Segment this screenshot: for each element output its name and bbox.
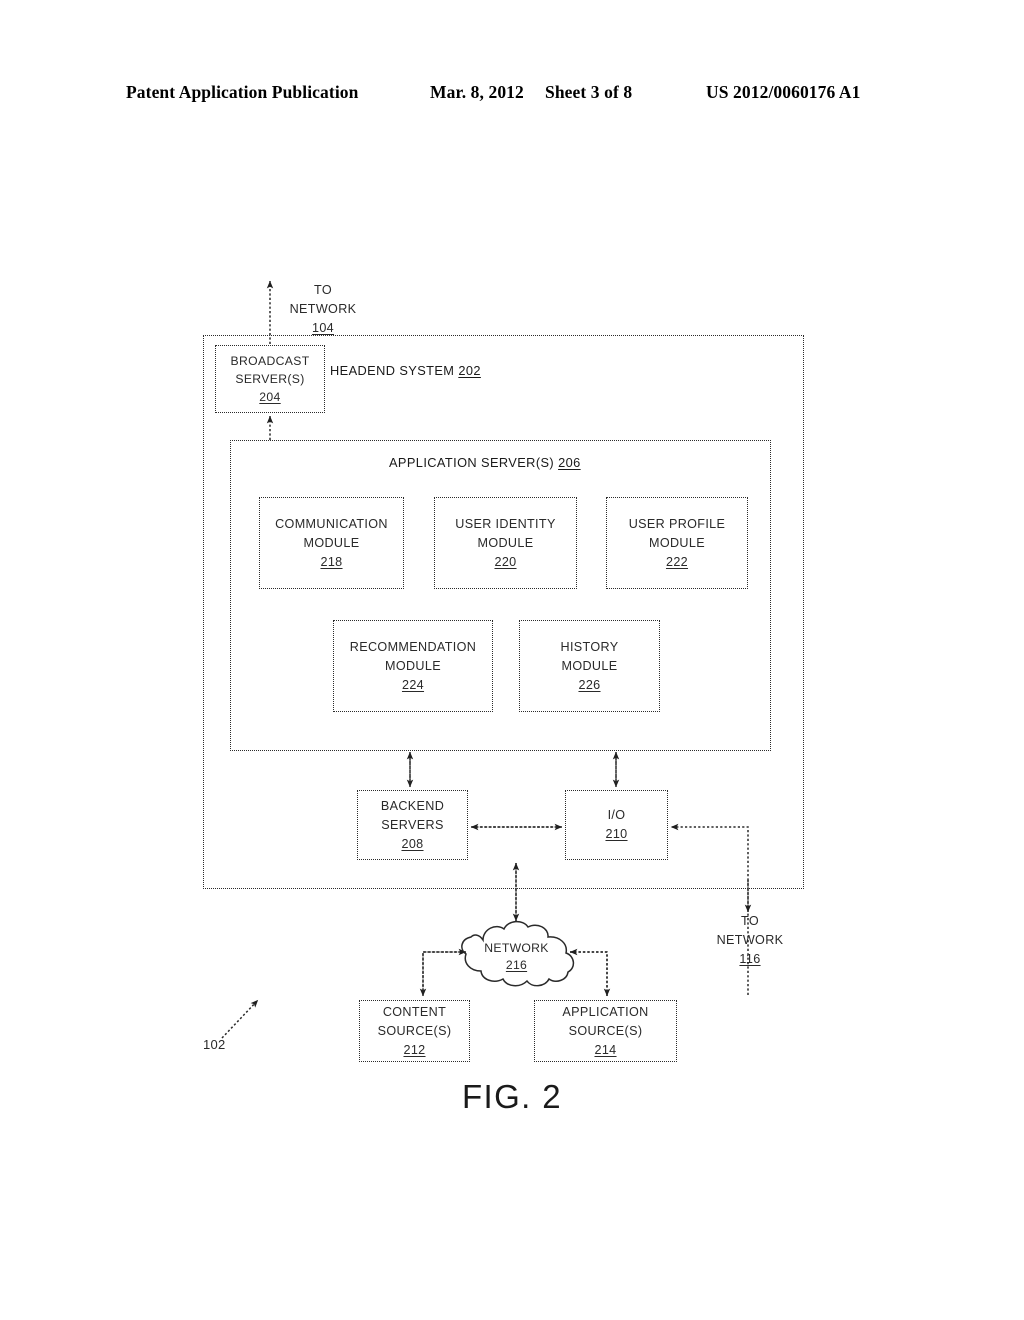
to-network-104-line2: NETWORK — [289, 302, 357, 316]
io-line1: I/O — [607, 808, 626, 822]
to-network-104-label: TO NETWORK 104 — [268, 281, 378, 338]
user-identity-module-line2: MODULE — [477, 535, 534, 550]
headend-system-ref: 202 — [458, 363, 481, 378]
backend-servers-ref: 208 — [401, 836, 424, 851]
user-identity-module-line1: USER IDENTITY — [455, 516, 556, 531]
to-network-116-line2: NETWORK — [716, 933, 784, 947]
to-network-116-ref: 116 — [739, 952, 761, 966]
user-profile-module-line2: MODULE — [649, 535, 705, 550]
communication-module-line1: COMMUNICATION — [275, 516, 388, 531]
content-sources-line2: SOURCE(S) — [377, 1023, 452, 1038]
recommendation-module-ref: 224 — [401, 677, 425, 692]
content-sources-box: CONTENT SOURCE(S) 212 — [359, 1000, 470, 1062]
application-servers-label: APPLICATION SERVER(S) — [389, 455, 555, 470]
network-cloud-label-group: NETWORK 216 — [449, 940, 584, 974]
communication-module-line2: MODULE — [303, 535, 360, 550]
application-servers-title: APPLICATION SERVER(S) 206 — [389, 455, 581, 470]
recommendation-module-box: RECOMMENDATION MODULE 224 — [333, 620, 493, 712]
backend-servers-line2: SERVERS — [381, 817, 444, 832]
history-module-ref: 226 — [578, 677, 601, 692]
application-sources-line1: APPLICATION — [562, 1004, 649, 1019]
broadcast-servers-ref: 204 — [259, 390, 281, 404]
to-network-104-line1: TO — [314, 283, 332, 297]
application-servers-box — [230, 440, 771, 751]
figure-caption: FIG. 2 — [461, 1078, 563, 1115]
io-ref: 210 — [605, 827, 628, 841]
content-sources-line1: CONTENT — [382, 1004, 447, 1019]
content-sources-ref: 212 — [403, 1042, 426, 1057]
headend-system-title: HEADEND SYSTEM 202 — [330, 363, 481, 378]
backend-servers-box: BACKEND SERVERS 208 — [357, 790, 468, 860]
communication-module-box: COMMUNICATION MODULE 218 — [259, 497, 404, 589]
headend-system-label: HEADEND SYSTEM — [330, 363, 455, 378]
application-sources-ref: 214 — [594, 1042, 617, 1057]
user-identity-module-ref: 220 — [494, 554, 517, 569]
broadcast-servers-box: BROADCAST SERVER(S) 204 — [215, 345, 325, 413]
application-sources-box: APPLICATION SOURCE(S) 214 — [534, 1000, 677, 1062]
history-module-line2: MODULE — [561, 658, 618, 673]
network-cloud-label: NETWORK — [484, 941, 549, 955]
user-profile-module-line1: USER PROFILE — [628, 516, 726, 531]
application-servers-ref: 206 — [558, 455, 581, 470]
io-box: I/O 210 — [565, 790, 668, 860]
to-network-116-line1: TO — [741, 914, 759, 928]
user-profile-module-ref: 222 — [665, 554, 689, 569]
network-cloud-ref: 216 — [505, 958, 528, 972]
patent-figure: HEADEND SYSTEM 202 BROADCAST SERVER(S) 2… — [0, 0, 1024, 1320]
recommendation-module-line2: MODULE — [385, 658, 441, 673]
recommendation-module-line1: RECOMMENDATION — [349, 639, 477, 654]
backend-servers-line1: BACKEND — [380, 798, 445, 813]
to-network-116-label: TO NETWORK 116 — [695, 912, 805, 969]
history-module-line1: HISTORY — [560, 639, 619, 654]
broadcast-servers-line1: BROADCAST — [230, 354, 310, 368]
user-identity-module-box: USER IDENTITY MODULE 220 — [434, 497, 577, 589]
to-network-104-ref: 104 — [311, 321, 335, 335]
broadcast-servers-line2: SERVER(S) — [235, 372, 305, 386]
application-sources-line2: SOURCE(S) — [568, 1023, 643, 1038]
user-profile-module-box: USER PROFILE MODULE 222 — [606, 497, 748, 589]
history-module-box: HISTORY MODULE 226 — [519, 620, 660, 712]
communication-module-ref: 218 — [320, 554, 343, 569]
system-reference-numeral: 102 — [203, 1037, 226, 1052]
network-cloud: NETWORK 216 — [449, 918, 584, 990]
